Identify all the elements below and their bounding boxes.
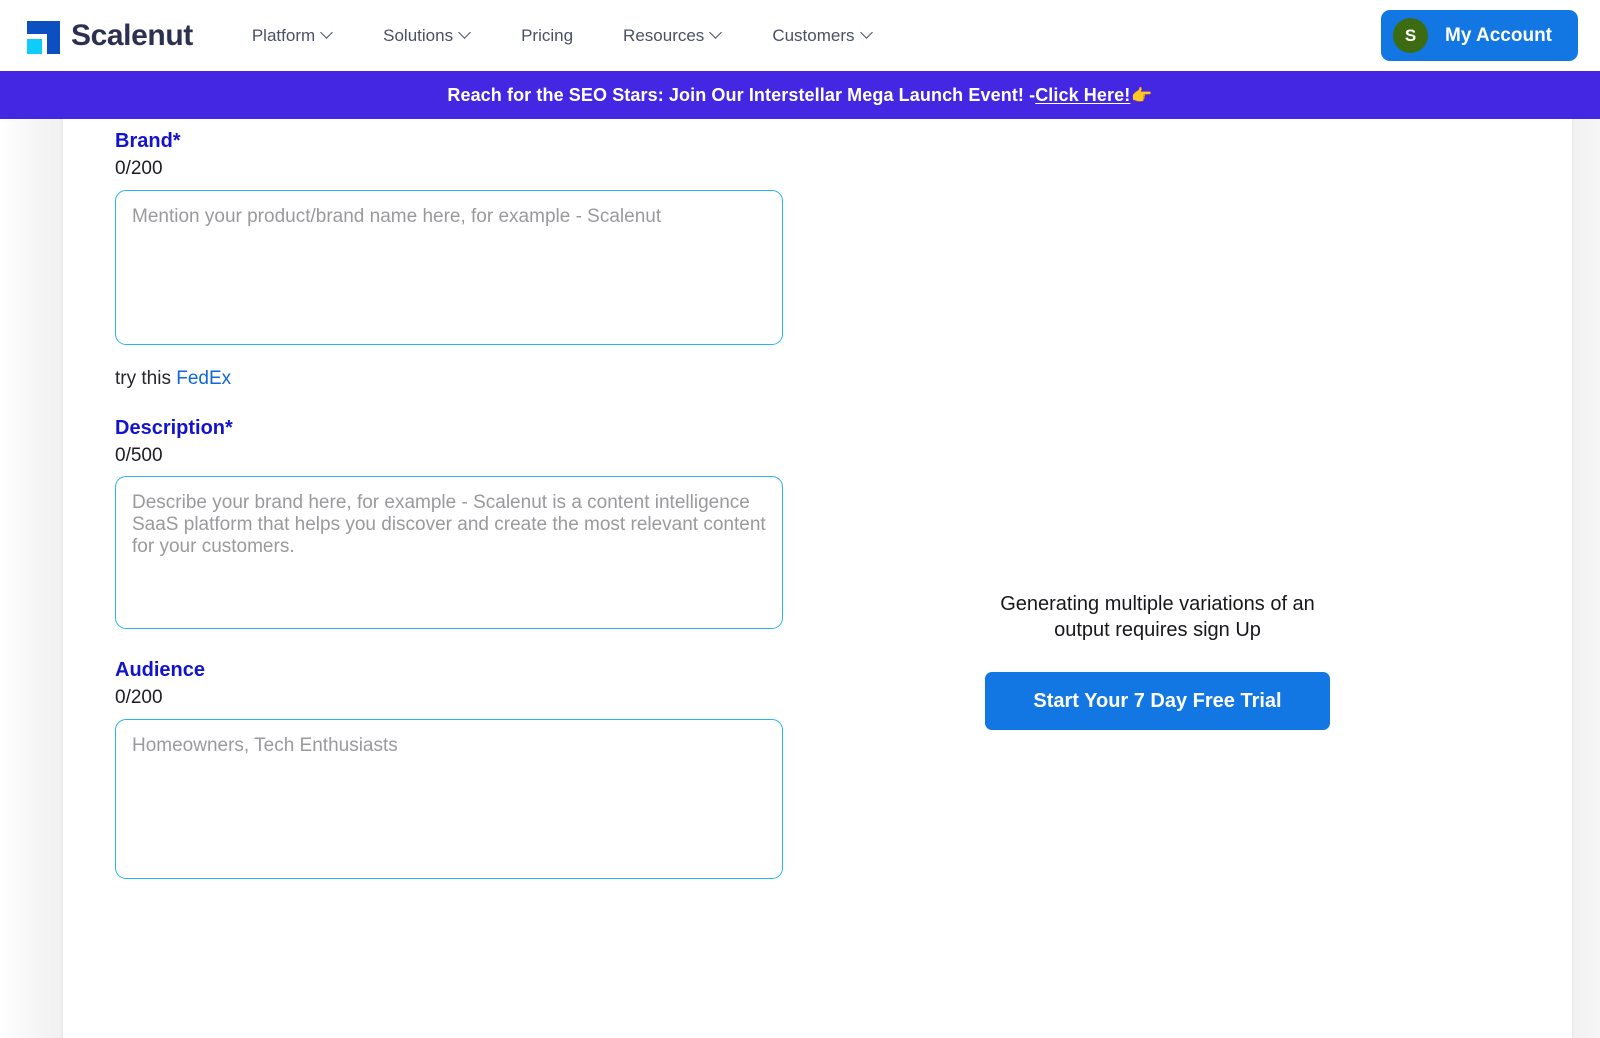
description-field-group: Description* 0/500 xyxy=(115,415,815,630)
brand-char-counter: 0/200 xyxy=(115,156,815,183)
audience-input[interactable] xyxy=(115,719,783,879)
page-body: Brand* 0/200 try this FedEx Description*… xyxy=(0,119,1600,1038)
right-gutter xyxy=(1572,119,1600,1038)
nav-item-resources[interactable]: Resources xyxy=(598,16,747,56)
nav-item-solutions[interactable]: Solutions xyxy=(358,16,496,56)
nav-item-label: Resources xyxy=(623,26,704,46)
brand-field-group: Brand* 0/200 xyxy=(115,128,815,345)
nav-item-pricing[interactable]: Pricing xyxy=(496,16,598,56)
chevron-down-icon xyxy=(322,28,333,39)
scalenut-logo-icon xyxy=(24,18,60,54)
nav-item-label: Platform xyxy=(252,26,315,46)
brand-label: Brand* xyxy=(115,128,815,155)
try-this-prefix: try this xyxy=(115,368,176,389)
audience-char-counter: 0/200 xyxy=(115,685,815,712)
my-account-button[interactable]: S My Account xyxy=(1381,10,1578,61)
my-account-label: My Account xyxy=(1445,25,1552,47)
try-this-fedex-link[interactable]: FedEx xyxy=(176,368,231,389)
nav-item-platform[interactable]: Platform xyxy=(227,16,358,56)
content-canvas: Brand* 0/200 try this FedEx Description*… xyxy=(63,119,1572,1038)
description-char-counter: 0/500 xyxy=(115,443,815,470)
chevron-down-icon xyxy=(460,28,471,39)
left-gutter xyxy=(0,119,63,1038)
promo-banner-text: Reach for the SEO Stars: Join Our Inters… xyxy=(447,85,1035,106)
signup-prompt-panel: Generating multiple variations of an out… xyxy=(985,592,1330,730)
description-label: Description* xyxy=(115,415,815,442)
scalenut-logo[interactable]: Scalenut xyxy=(24,18,193,54)
nav-item-label: Solutions xyxy=(383,26,453,46)
chevron-down-icon xyxy=(862,28,873,39)
main-nav: Platform Solutions Pricing Resources Cus… xyxy=(227,16,898,56)
brand-form: Brand* 0/200 try this FedEx Description*… xyxy=(115,128,815,879)
audience-label: Audience xyxy=(115,657,815,684)
brand-suggestion: try this FedEx xyxy=(115,368,815,390)
audience-field-group: Audience 0/200 xyxy=(115,657,815,879)
promo-banner-link[interactable]: Click Here! xyxy=(1035,85,1130,106)
nav-item-label: Customers xyxy=(772,26,854,46)
avatar: S xyxy=(1393,18,1428,53)
promo-banner[interactable]: Reach for the SEO Stars: Join Our Inters… xyxy=(0,71,1600,119)
chevron-down-icon xyxy=(711,28,722,39)
pointing-right-hand-icon: 👉 xyxy=(1131,87,1152,104)
nav-item-label: Pricing xyxy=(521,26,573,46)
nav-item-customers[interactable]: Customers xyxy=(747,16,897,56)
description-input[interactable] xyxy=(115,476,783,629)
brand-input[interactable] xyxy=(115,190,783,345)
start-free-trial-button[interactable]: Start Your 7 Day Free Trial xyxy=(985,672,1330,730)
logo-wordmark: Scalenut xyxy=(71,21,193,51)
signup-prompt-message: Generating multiple variations of an out… xyxy=(985,592,1330,643)
top-navigation-bar: Scalenut Platform Solutions Pricing Reso… xyxy=(0,0,1600,71)
